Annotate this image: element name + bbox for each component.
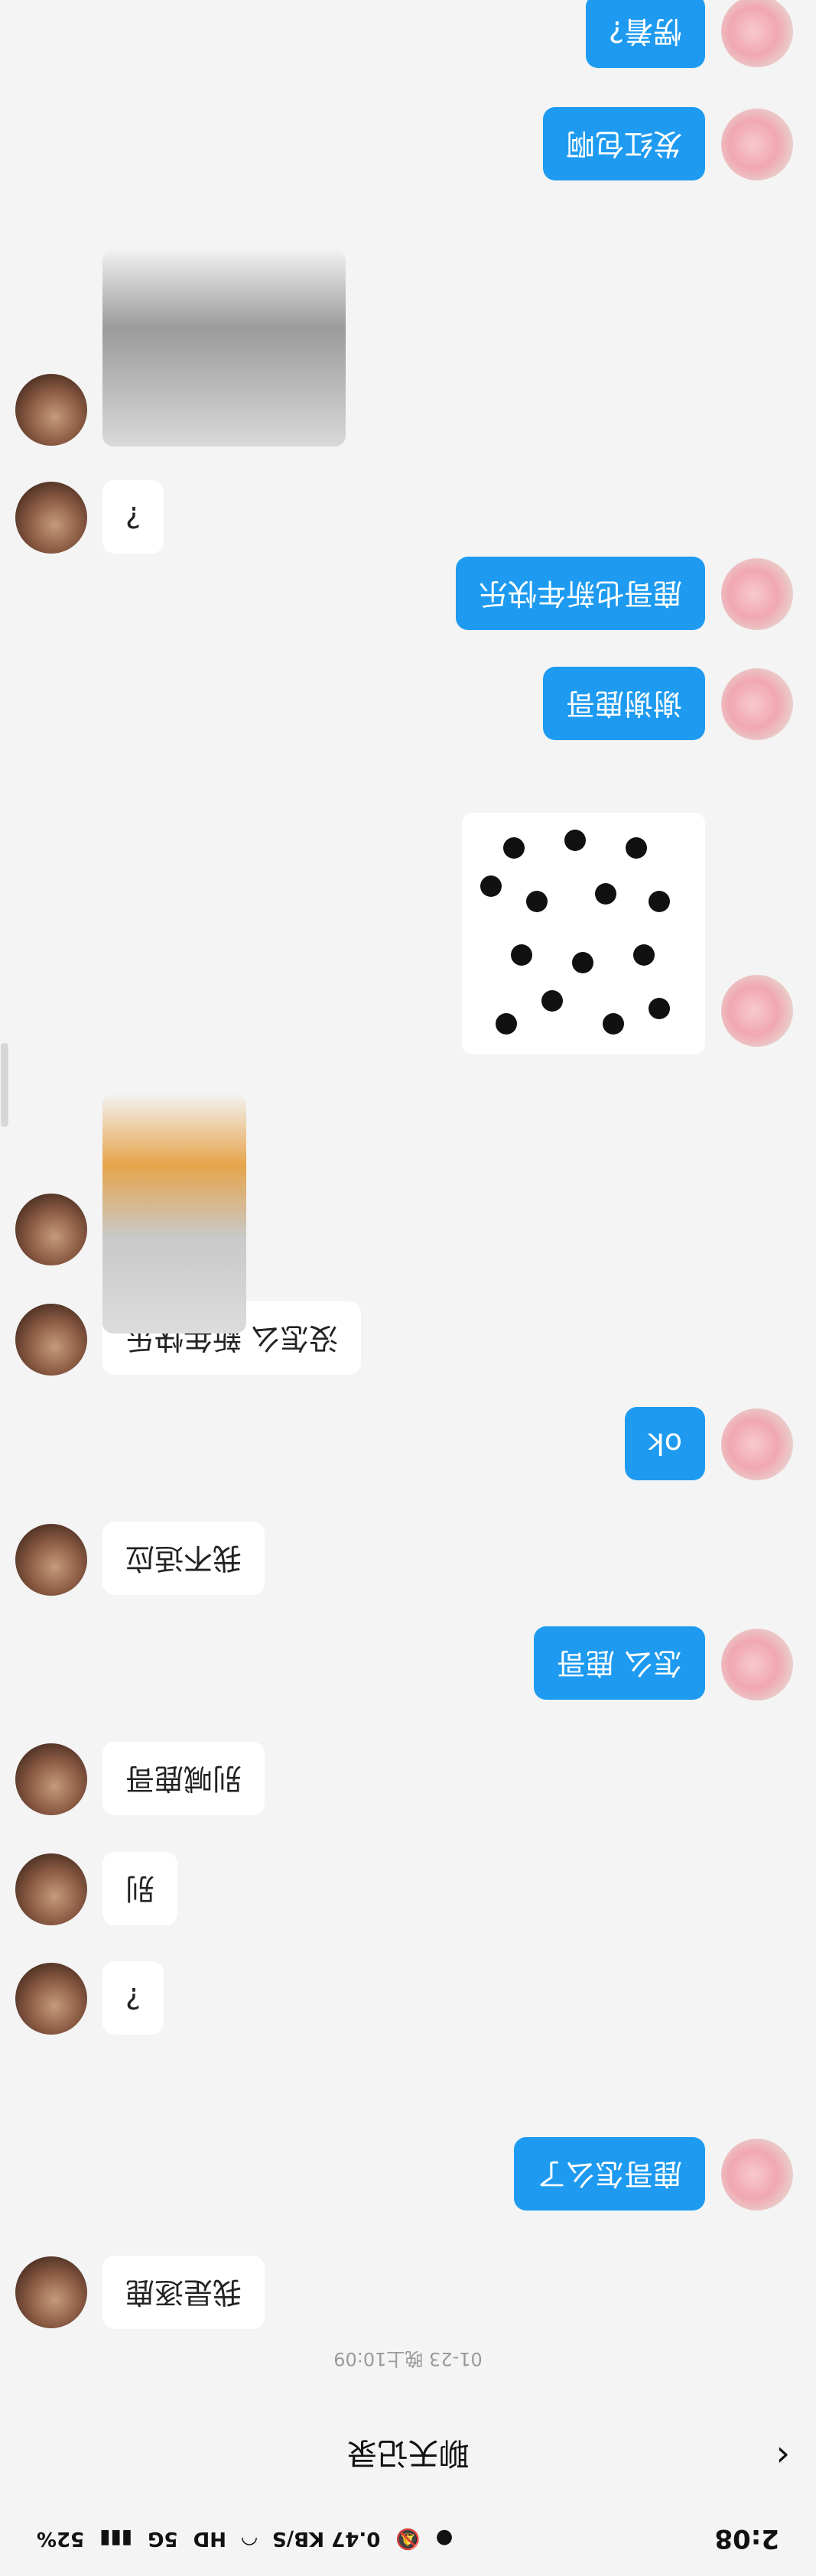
- status-bar: 2:08 ● 🔕 0.47 KB/S ◠ HD 5G ▮▮▮ 52%: [0, 2501, 816, 2576]
- avatar-me[interactable]: [15, 374, 87, 446]
- avatar-other[interactable]: [721, 668, 793, 740]
- avatar-other[interactable]: [721, 1408, 793, 1480]
- message-bubble[interactable]: 别: [102, 1852, 178, 1925]
- message-bubble[interactable]: ?: [102, 480, 164, 554]
- avatar-me[interactable]: [15, 1963, 87, 2035]
- network-type: 5G: [148, 2527, 178, 2550]
- avatar-other[interactable]: [721, 975, 793, 1047]
- avatar-other[interactable]: [721, 109, 793, 180]
- message-bubble[interactable]: 别喊鹿哥: [102, 1742, 265, 1815]
- scrollbar[interactable]: [1, 1043, 8, 1127]
- message-bubble[interactable]: 谢谢鹿哥: [542, 667, 705, 740]
- avatar-me[interactable]: [15, 1304, 87, 1376]
- avatar-me[interactable]: [15, 2256, 87, 2328]
- message-bubble[interactable]: 怎么 鹿哥: [533, 1626, 705, 1700]
- message-bubble[interactable]: 鹿哥怎么了: [513, 2137, 705, 2211]
- avatar-me[interactable]: [15, 1524, 87, 1596]
- mute-icon: 🔕: [395, 2527, 421, 2550]
- nfc-icon: ●: [435, 2527, 454, 2550]
- sticker-image[interactable]: [102, 1093, 246, 1333]
- avatar-me[interactable]: [15, 482, 87, 554]
- avatar-other[interactable]: [721, 2139, 793, 2211]
- chat-screen: 2:08 ● 🔕 0.47 KB/S ◠ HD 5G ▮▮▮ 52% ‹ 聊天记…: [0, 0, 816, 2576]
- message-bubble[interactable]: 我是逐鹿: [102, 2256, 265, 2329]
- message-bubble[interactable]: 发红包啊: [542, 107, 705, 180]
- avatar-other[interactable]: [721, 0, 793, 67]
- message-bubble[interactable]: 鹿哥也新年快乐: [455, 557, 705, 630]
- message-bubble[interactable]: ?: [102, 1961, 164, 2035]
- chevron-left-icon[interactable]: ‹: [759, 2436, 790, 2477]
- page-title: 聊天记录: [346, 2435, 470, 2470]
- hd-badge: HD: [193, 2527, 226, 2550]
- avatar-other[interactable]: [721, 558, 793, 630]
- status-icons: ● 🔕 0.47 KB/S ◠ HD 5G ▮▮▮ 52%: [37, 2527, 453, 2550]
- message-bubble[interactable]: 愣着?: [585, 0, 705, 68]
- wifi-icon: ◠: [241, 2527, 257, 2550]
- avatar-me[interactable]: [15, 1743, 87, 1815]
- panda-sticker-graphic: [480, 830, 670, 1035]
- avatar-other[interactable]: [721, 1629, 793, 1701]
- avatar-me[interactable]: [15, 1853, 87, 1925]
- message-bubble[interactable]: ok: [624, 1407, 705, 1480]
- network-speed: 0.47 KB/S: [271, 2527, 381, 2550]
- battery-level: 52%: [37, 2527, 85, 2550]
- header-bar: ‹ 聊天记录: [0, 2411, 816, 2501]
- signal-icon: ▮▮▮: [99, 2527, 133, 2550]
- message-timestamp: 01-23 晚上10:09: [333, 2348, 483, 2370]
- message-bubble[interactable]: 我不适应: [102, 1522, 265, 1595]
- sticker-image[interactable]: [462, 813, 705, 1054]
- sticker-image[interactable]: [102, 249, 346, 447]
- avatar-me[interactable]: [15, 1194, 87, 1265]
- status-time: 2:08: [714, 2523, 779, 2554]
